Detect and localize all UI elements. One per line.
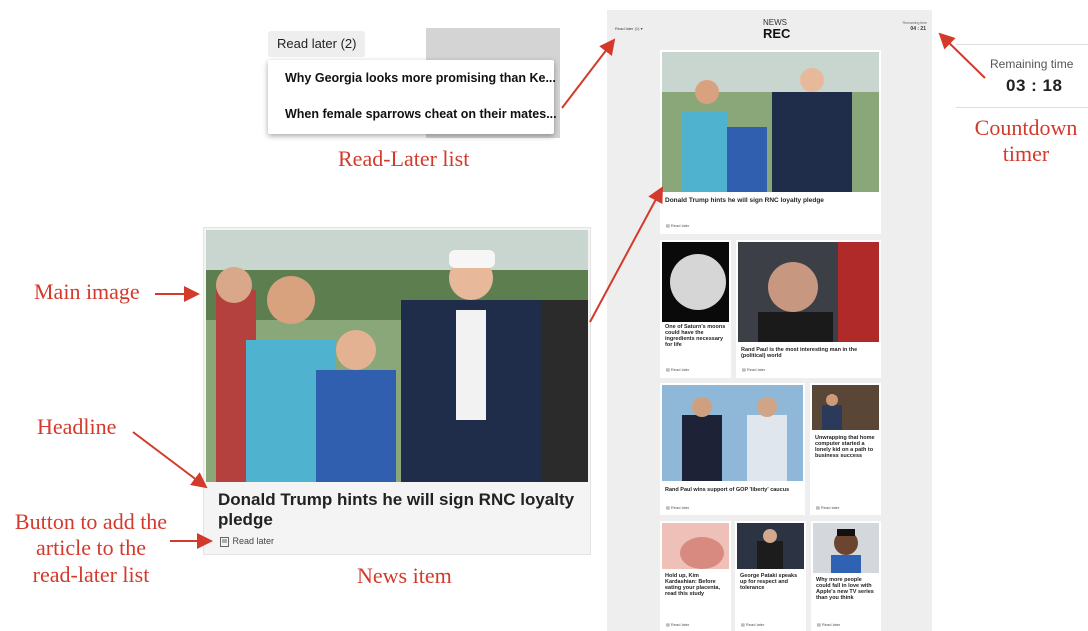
label-line: timer [1002, 141, 1050, 167]
read-later-button[interactable]: ▤ Read later [816, 505, 839, 510]
news-image [662, 242, 729, 322]
read-later-button[interactable]: ▤ Read later [666, 223, 689, 228]
news-headline[interactable]: Rand Paul wins support of GOP 'liberty' … [665, 487, 797, 493]
news-headline[interactable]: Rand Paul is the most interesting man in… [741, 347, 873, 359]
news-headline[interactable]: Hold up, Kim Kardashian: Before eating y… [665, 573, 727, 598]
remaining-time-value: 03 : 18 [1006, 76, 1063, 95]
read-later-dropdown-button[interactable]: Read later (1) ▾ [615, 26, 643, 31]
read-later-menu-item[interactable]: When female sparrows cheat on their mate… [285, 107, 557, 121]
read-later-button[interactable]: ▤ Read later [666, 622, 689, 627]
read-later-menu: Why Georgia looks more promising than Ke… [268, 60, 557, 134]
read-later-label: Read later [820, 505, 840, 510]
read-later-label: Read later [745, 622, 765, 627]
news-item-card[interactable]: Why more people could fall in love with … [811, 521, 881, 631]
news-headline[interactable]: George Pataki speaks up for respect and … [740, 573, 802, 591]
label-line: article to the [36, 535, 146, 561]
main-image [206, 230, 588, 482]
label-headline: Headline [37, 414, 117, 439]
news-image [737, 523, 804, 569]
read-later-menu-item[interactable]: Why Georgia looks more promising than Ke… [285, 71, 556, 85]
read-later-button[interactable]: ▤ Read later [741, 622, 764, 627]
news-item-card[interactable]: Hold up, Kim Kardashian: Before eating y… [660, 521, 731, 631]
read-later-button[interactable]: ▤ Read later [666, 505, 689, 510]
divider [956, 44, 1088, 45]
label-countdown-timer: Countdown timer [970, 115, 1082, 168]
read-later-label: Read later [670, 505, 690, 510]
news-item-card[interactable]: Rand Paul wins support of GOP 'liberty' … [660, 383, 805, 515]
remaining-time-label: Remaining time [990, 57, 1074, 71]
news-headline[interactable]: Donald Trump hints he will sign RNC loya… [218, 490, 578, 529]
news-headline[interactable]: Unwrapping that home computer started a … [815, 435, 877, 460]
divider [956, 107, 1088, 108]
news-image [662, 52, 879, 192]
read-later-label: Read later [821, 622, 841, 627]
news-image [813, 523, 879, 573]
arrow-headline [132, 431, 208, 489]
label-news-item: News item [357, 563, 452, 588]
app-screenshot: Read later (1) ▾ NEWS REC Remaining time… [607, 10, 932, 631]
read-later-label: Read later [232, 536, 275, 546]
news-image [812, 385, 879, 430]
news-item-card[interactable]: Rand Paul is the most interesting man in… [736, 240, 881, 378]
news-item-card[interactable]: George Pataki speaks up for respect and … [735, 521, 806, 631]
news-item-card[interactable]: Unwrapping that home computer started a … [810, 383, 881, 515]
news-image [738, 242, 879, 342]
read-later-dropdown-button[interactable]: Read later (2) ▲ [268, 31, 365, 77]
label-line: Button to add the [14, 509, 168, 534]
news-headline[interactable]: One of Saturn's moons could have the ing… [665, 324, 727, 349]
read-later-label: Read later [670, 223, 690, 228]
read-later-button[interactable]: ▤ Read later [817, 622, 840, 627]
news-item-card[interactable]: One of Saturn's moons could have the ing… [660, 240, 731, 378]
label-line: read-later list [32, 561, 150, 587]
read-later-button[interactable]: Read later [220, 536, 274, 547]
news-headline[interactable]: Why more people could fall in love with … [816, 577, 878, 602]
label-main-image: Main image [34, 279, 140, 304]
arrow-countdown-timer [938, 32, 986, 79]
read-later-icon [220, 536, 229, 547]
news-image [662, 523, 729, 569]
news-item-card[interactable]: Donald Trump hints he will sign RNC loya… [660, 50, 881, 234]
read-later-label: Read later [670, 367, 690, 372]
read-later-button[interactable]: ▤ Read later [666, 367, 689, 372]
news-headline[interactable]: Donald Trump hints he will sign RNC loya… [665, 197, 870, 204]
news-item-card[interactable]: Donald Trump hints he will sign RNC loya… [203, 227, 591, 555]
news-image [662, 385, 803, 481]
read-later-label: Read later [746, 367, 766, 372]
label-line: Countdown [974, 115, 1078, 140]
read-later-label: Read later [670, 622, 690, 627]
logo-rec: REC [763, 26, 791, 41]
read-later-button[interactable]: ▤ Read later [742, 367, 765, 372]
remaining-time-value: 04 : 21 [910, 26, 926, 32]
remaining-time-label: Remaining time [902, 21, 927, 25]
label-read-later-button: Button to add the article to the read-la… [11, 509, 171, 588]
label-read-later-list: Read-Later list [338, 146, 470, 171]
